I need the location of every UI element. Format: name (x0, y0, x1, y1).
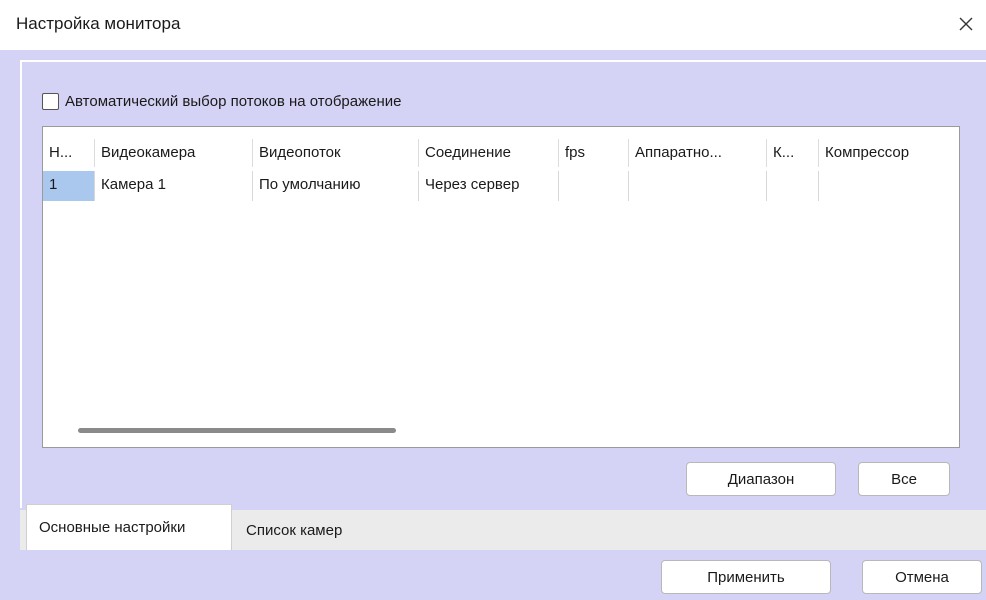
tab-label: Список камер (246, 521, 343, 539)
cell-k[interactable] (767, 171, 819, 201)
column-header-stream[interactable]: Видеопоток (253, 139, 419, 167)
column-header-number[interactable]: Н... (43, 139, 95, 167)
cell-camera[interactable]: Камера 1 (95, 171, 253, 201)
cancel-button[interactable]: Отмена (862, 560, 982, 594)
title-bar: Настройка монитора (0, 0, 986, 50)
tab-label: Основные настройки (39, 519, 186, 536)
cell-compressor[interactable] (819, 171, 959, 201)
column-header-k[interactable]: К... (767, 139, 819, 167)
cell-stream[interactable]: По умолчанию (253, 171, 419, 201)
checkbox-box[interactable] (42, 92, 59, 110)
auto-select-label: Автоматический выбор потоков на отображе… (65, 92, 402, 110)
close-button[interactable] (950, 8, 982, 40)
tab-camera-list[interactable]: Список камер (234, 510, 380, 550)
column-header-fps[interactable]: fps (559, 139, 629, 167)
cameras-table: Н... Видеокамера Видеопоток Соединение f… (42, 126, 960, 448)
tab-strip: Основные настройки Список камер (20, 504, 986, 550)
close-icon (959, 17, 973, 31)
tab-main-settings[interactable]: Основные настройки (26, 504, 232, 550)
column-header-compressor[interactable]: Компрессор (819, 139, 959, 167)
cell-fps[interactable] (559, 171, 629, 201)
range-button[interactable]: Диапазон (686, 462, 836, 496)
apply-button[interactable]: Применить (661, 560, 831, 594)
column-header-connection[interactable]: Соединение (419, 139, 559, 167)
all-button[interactable]: Все (858, 462, 950, 496)
window-title: Настройка монитора (16, 14, 181, 33)
horizontal-scrollbar[interactable] (78, 428, 396, 433)
cell-connection[interactable]: Через сервер (419, 171, 559, 201)
column-header-hardware[interactable]: Аппаратно... (629, 139, 767, 167)
auto-select-checkbox[interactable]: Автоматический выбор потоков на отображе… (42, 90, 402, 112)
cell-number[interactable]: 1 (43, 171, 95, 201)
table-row[interactable]: 1 Камера 1 По умолчанию Через сервер (43, 171, 959, 201)
cell-hardware[interactable] (629, 171, 767, 201)
table-header: Н... Видеокамера Видеопоток Соединение f… (43, 139, 959, 167)
column-header-camera[interactable]: Видеокамера (95, 139, 253, 167)
